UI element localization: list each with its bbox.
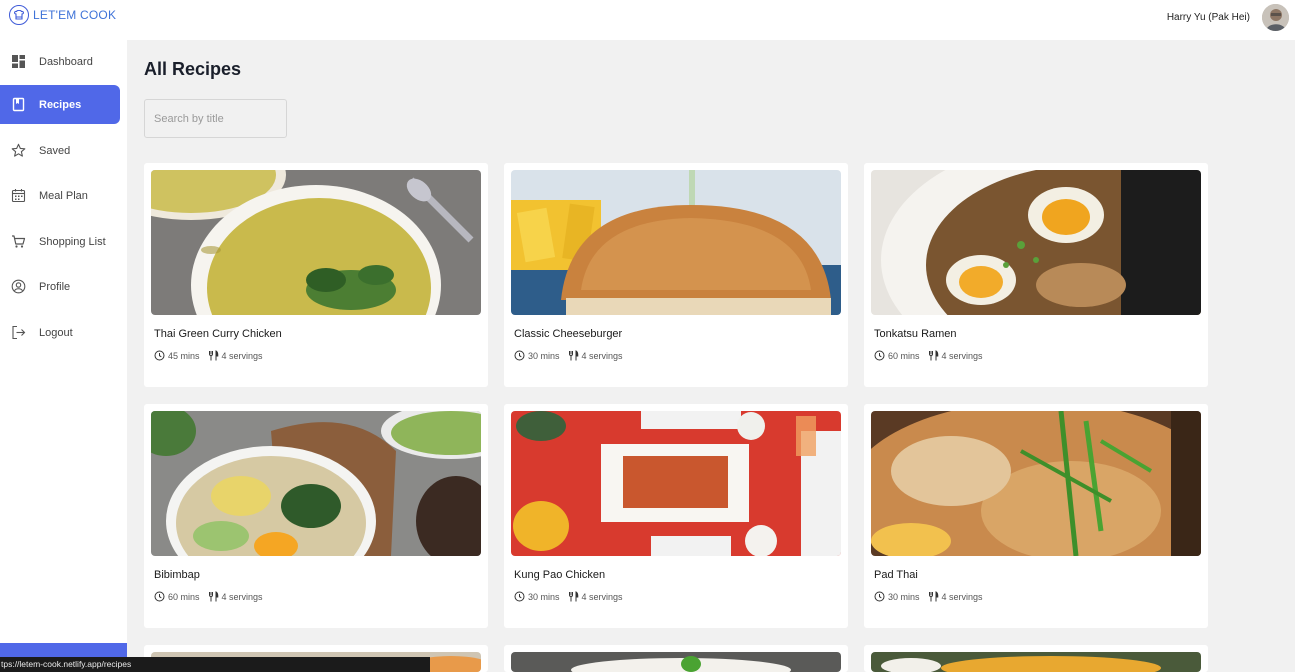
recipe-meta: 30 mins 4 servings — [874, 591, 991, 602]
recipe-card[interactable]: Kung Pao Chicken 30 mins 4 servings — [504, 404, 848, 628]
sidebar: Dashboard Recipes Saved Meal Plan Shoppi… — [0, 40, 127, 672]
sidebar-item-meal-plan[interactable]: Meal Plan — [0, 176, 120, 215]
cutlery-icon — [568, 350, 578, 361]
recipe-image — [511, 652, 841, 672]
clock-icon — [874, 591, 885, 602]
cutlery-icon — [928, 350, 938, 361]
calendar-icon — [11, 189, 26, 203]
recipe-title: Bibimbap — [154, 569, 200, 581]
sidebar-item-label: Saved — [39, 144, 71, 157]
recipe-card[interactable] — [504, 645, 848, 672]
recipe-time: 30 mins — [528, 591, 560, 602]
book-icon — [12, 97, 25, 112]
recipe-meta: 30 mins 4 servings — [514, 350, 631, 361]
clock-icon — [874, 350, 885, 361]
star-icon — [11, 143, 26, 157]
top-bar: LET'EM COOK Harry Yu (Pak Hei) — [0, 0, 1295, 40]
user-icon — [11, 279, 26, 294]
user-menu[interactable]: Harry Yu (Pak Hei) — [1167, 4, 1289, 31]
clock-icon — [154, 591, 165, 602]
recipe-image — [511, 411, 841, 556]
status-bar-url: tps://letem-cook.netlify.app/recipes — [0, 657, 430, 672]
sidebar-item-shopping-list[interactable]: Shopping List — [0, 222, 120, 261]
sidebar-item-label: Recipes — [39, 98, 82, 111]
recipe-time: 60 mins — [888, 350, 920, 361]
cutlery-icon — [208, 350, 218, 361]
recipe-image — [871, 411, 1201, 556]
app-logo[interactable]: LET'EM COOK — [9, 5, 116, 25]
recipe-card[interactable]: Classic Cheeseburger 30 mins 4 servings — [504, 163, 848, 387]
recipe-card[interactable]: Pad Thai 30 mins 4 servings — [864, 404, 1208, 628]
sidebar-item-label: Meal Plan — [39, 189, 88, 202]
recipe-image — [151, 170, 481, 315]
cart-icon — [12, 235, 26, 248]
avatar[interactable] — [1262, 4, 1289, 31]
recipe-time: 45 mins — [168, 350, 200, 361]
page-title: All Recipes — [144, 59, 242, 79]
app-name: LET'EM COOK — [33, 8, 117, 22]
recipe-servings: 4 servings — [221, 591, 263, 602]
recipe-card[interactable]: Bibimbap 60 mins 4 servings — [144, 404, 488, 628]
recipe-image — [511, 170, 841, 315]
logout-icon — [12, 325, 26, 340]
recipe-card[interactable]: Tonkatsu Ramen 60 mins 4 servings — [864, 163, 1208, 387]
dashboard-icon — [12, 55, 25, 68]
recipe-servings: 4 servings — [941, 350, 983, 361]
recipe-meta: 60 mins 4 servings — [874, 350, 991, 361]
cutlery-icon — [928, 591, 938, 602]
recipe-meta: 60 mins 4 servings — [154, 591, 271, 602]
recipe-card[interactable] — [864, 645, 1208, 672]
chef-hat-icon — [9, 5, 29, 25]
recipe-servings: 4 servings — [581, 591, 623, 602]
search-input[interactable] — [144, 99, 287, 138]
recipe-time: 30 mins — [888, 591, 920, 602]
clock-icon — [514, 350, 525, 361]
recipe-servings: 4 servings — [581, 350, 623, 361]
cutlery-icon — [208, 591, 218, 602]
sidebar-item-label: Profile — [39, 280, 71, 293]
clock-icon — [514, 591, 525, 602]
recipe-image — [151, 411, 481, 556]
clock-icon — [154, 350, 165, 361]
main-content: All Recipes Thai Green Curry Chicken 45 … — [127, 40, 1295, 672]
sidebar-item-saved[interactable]: Saved — [0, 131, 120, 170]
recipe-image — [871, 652, 1201, 672]
recipe-time: 60 mins — [168, 591, 200, 602]
recipe-title: Tonkatsu Ramen — [874, 328, 957, 340]
sidebar-item-label: Dashboard — [39, 55, 93, 68]
recipe-image — [871, 170, 1201, 315]
recipe-servings: 4 servings — [221, 350, 263, 361]
sidebar-item-label: Logout — [39, 326, 73, 339]
recipe-meta: 30 mins 4 servings — [514, 591, 631, 602]
recipe-title: Pad Thai — [874, 569, 918, 581]
sidebar-item-dashboard[interactable]: Dashboard — [0, 42, 120, 81]
cutlery-icon — [568, 591, 578, 602]
sidebar-item-label: Shopping List — [39, 235, 106, 248]
recipe-meta: 45 mins 4 servings — [154, 350, 271, 361]
recipe-title: Thai Green Curry Chicken — [154, 328, 282, 340]
recipe-card[interactable]: Thai Green Curry Chicken 45 mins 4 servi… — [144, 163, 488, 387]
sidebar-item-recipes[interactable]: Recipes — [0, 85, 120, 124]
user-name: Harry Yu (Pak Hei) — [1166, 12, 1250, 23]
recipe-title: Classic Cheeseburger — [514, 328, 623, 340]
recipe-title: Kung Pao Chicken — [514, 569, 606, 581]
sidebar-item-logout[interactable]: Logout — [0, 313, 120, 352]
sidebar-item-profile[interactable]: Profile — [0, 267, 120, 306]
recipe-time: 30 mins — [528, 350, 560, 361]
recipe-servings: 4 servings — [941, 591, 983, 602]
